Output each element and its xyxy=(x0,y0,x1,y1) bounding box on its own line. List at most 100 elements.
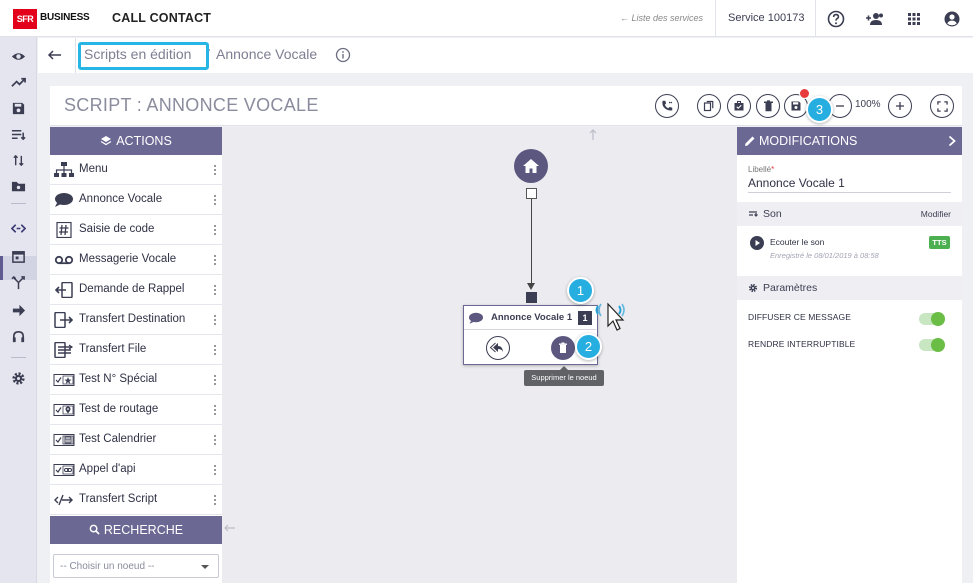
check-calendar-icon xyxy=(53,432,75,448)
hash-icon xyxy=(53,222,75,238)
action-item-menu[interactable]: Menu xyxy=(50,155,222,185)
back-arrow-icon[interactable] xyxy=(46,47,64,63)
drag-handle-icon[interactable] xyxy=(213,373,217,387)
eye-icon[interactable] xyxy=(11,49,26,64)
drag-handle-icon[interactable] xyxy=(213,493,217,507)
ecouter-label[interactable]: Ecouter le son xyxy=(770,237,824,247)
chevron-right-icon[interactable] xyxy=(947,135,957,147)
node-input-port[interactable] xyxy=(526,292,537,303)
service-label[interactable]: Service 100173 xyxy=(728,12,804,24)
scroll-left-arrow-icon[interactable] xyxy=(224,523,236,533)
home-node[interactable] xyxy=(514,149,548,183)
action-item-transfert-file[interactable]: Transfert File xyxy=(50,335,222,365)
validate-button[interactable] xyxy=(727,94,751,118)
action-item-transfert-destination[interactable]: Transfert Destination xyxy=(50,305,222,335)
action-item-demande-de-rappel[interactable]: Demande de Rappel xyxy=(50,275,222,305)
chart-icon[interactable] xyxy=(11,75,26,90)
delete-button[interactable] xyxy=(756,94,780,118)
gear-icon[interactable] xyxy=(11,371,26,386)
zoom-in-button[interactable] xyxy=(888,94,912,118)
script-canvas[interactable]: Annonce Vocale 1 1 Supprimer le noeud xyxy=(222,127,737,583)
rendre-interruptible-toggle[interactable] xyxy=(919,338,945,352)
connector-arrow xyxy=(527,283,535,290)
node-delete-button[interactable] xyxy=(551,336,575,360)
account-icon[interactable] xyxy=(942,9,962,29)
modifications-header: MODIFICATIONS xyxy=(737,127,962,155)
action-label: Messagerie Vocale xyxy=(79,253,177,265)
drag-handle-icon[interactable] xyxy=(213,313,217,327)
actions-panel: ACTIONS Menu Annonce Vocale Saisie de co… xyxy=(50,127,222,583)
node-header: Annonce Vocale 1 1 xyxy=(464,306,596,330)
actions-header: ACTIONS xyxy=(50,127,222,155)
action-label: Test de routage xyxy=(79,403,159,415)
chat-icon xyxy=(53,192,75,208)
action-item-test-calendrier[interactable]: Test Calendrier xyxy=(50,425,222,455)
business-logo-text: BUSINESS xyxy=(40,12,90,23)
annonce-vocale-node[interactable]: Annonce Vocale 1 1 xyxy=(463,305,598,365)
action-label: Menu xyxy=(79,163,108,175)
drag-handle-icon[interactable] xyxy=(213,463,217,477)
libelle-label-text: Libellé xyxy=(748,165,772,174)
breadcrumb-highlight-box xyxy=(78,42,209,70)
play-sound-button[interactable] xyxy=(750,236,764,250)
son-modifier-link[interactable]: Modifier xyxy=(921,209,951,219)
drag-handle-icon[interactable] xyxy=(213,253,217,267)
search-header-label: RECHERCHE xyxy=(103,523,184,537)
drag-handle-icon[interactable] xyxy=(213,283,217,297)
arrow-right-icon[interactable] xyxy=(11,303,26,318)
save-icon[interactable] xyxy=(11,101,26,116)
divider xyxy=(715,0,716,37)
drag-handle-icon[interactable] xyxy=(213,343,217,357)
toggle-knob xyxy=(931,312,945,326)
action-item-test-n-special[interactable]: Test N° Spécial xyxy=(50,365,222,395)
node-select[interactable]: -- Choisir un noeud -- xyxy=(53,554,219,578)
info-icon[interactable] xyxy=(335,47,351,63)
action-item-transfert-script[interactable]: Transfert Script xyxy=(50,485,222,515)
drag-handle-icon[interactable] xyxy=(213,193,217,207)
check-star-icon xyxy=(53,372,75,388)
action-item-annonce-vocale[interactable]: Annonce Vocale xyxy=(50,185,222,215)
actions-header-label: ACTIONS xyxy=(116,134,172,148)
action-label: Saisie de code xyxy=(79,223,155,235)
code-icon[interactable] xyxy=(11,221,26,236)
copy-button[interactable] xyxy=(697,94,721,118)
fullscreen-button[interactable] xyxy=(930,94,954,118)
pencil-icon xyxy=(744,135,756,147)
drag-handle-icon[interactable] xyxy=(213,403,217,417)
node-select-placeholder: -- Choisir un noeud -- xyxy=(60,561,155,572)
phone-test-button[interactable] xyxy=(655,94,679,118)
drag-handle-icon[interactable] xyxy=(213,163,217,177)
chat-icon xyxy=(468,312,484,324)
params-title: Paramètres xyxy=(763,282,818,294)
help-icon[interactable] xyxy=(826,9,846,29)
script-transfer-icon xyxy=(53,492,75,508)
son-section-header: Son Modifier xyxy=(737,202,962,226)
branch-icon[interactable] xyxy=(11,275,26,290)
drag-handle-icon[interactable] xyxy=(213,433,217,447)
check-link-icon xyxy=(53,462,75,478)
headset-icon[interactable] xyxy=(11,329,26,344)
action-item-test-de-routage[interactable]: Test de routage xyxy=(50,395,222,425)
action-label: Transfert Script xyxy=(79,493,158,505)
drag-handle-icon[interactable] xyxy=(213,223,217,237)
list-icon[interactable] xyxy=(11,127,26,142)
users-icon[interactable] xyxy=(865,9,885,29)
node-reply-button[interactable] xyxy=(486,336,510,360)
top-bar: SFR BUSINESS CALL CONTACT ← Liste des se… xyxy=(0,0,973,37)
sound-list-icon xyxy=(748,209,759,219)
sort-icon[interactable] xyxy=(11,153,26,168)
diffuser-message-toggle[interactable] xyxy=(919,312,945,326)
calendar-icon[interactable] xyxy=(11,249,26,264)
apps-grid-icon[interactable] xyxy=(904,9,924,29)
modifications-header-label: MODIFICATIONS xyxy=(759,134,858,148)
action-item-appel-d-api[interactable]: Appel d'api xyxy=(50,455,222,485)
home-output-port[interactable] xyxy=(526,188,537,199)
folder-icon[interactable] xyxy=(11,179,26,194)
callback-icon xyxy=(53,282,75,298)
services-list-link[interactable]: ← Liste des services xyxy=(620,13,703,23)
scroll-up-arrow-icon[interactable] xyxy=(588,129,598,141)
libelle-input[interactable]: Annonce Vocale 1 xyxy=(748,176,845,190)
action-item-messagerie-vocale[interactable]: Messagerie Vocale xyxy=(50,245,222,275)
action-item-saisie-de-code[interactable]: Saisie de code xyxy=(50,215,222,245)
tts-badge: TTS xyxy=(929,236,950,249)
